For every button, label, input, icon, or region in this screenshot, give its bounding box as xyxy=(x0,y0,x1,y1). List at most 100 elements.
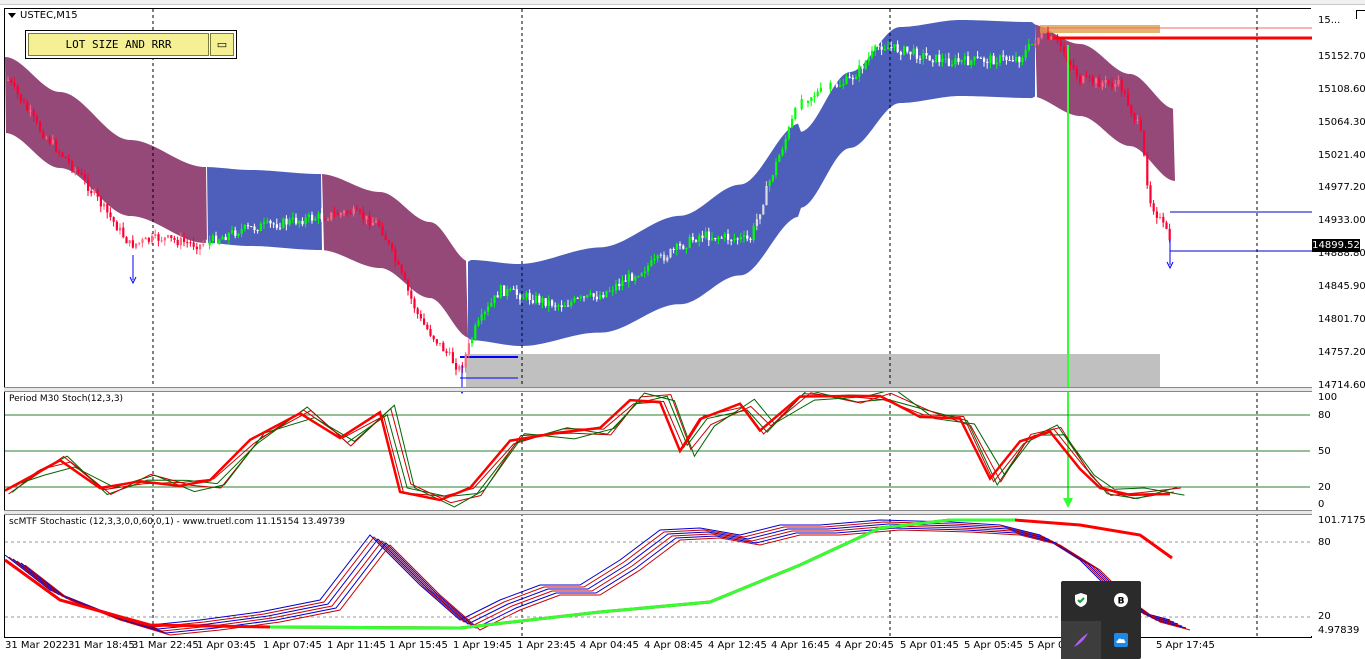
candle-body xyxy=(288,219,291,225)
cloud-icon[interactable] xyxy=(1101,621,1141,659)
candle-body xyxy=(407,280,410,291)
candle-body xyxy=(1168,228,1171,241)
mtf-stoch-line xyxy=(20,527,1187,634)
candle-body xyxy=(576,297,579,299)
candle-body xyxy=(186,242,189,244)
candle-body xyxy=(330,212,333,220)
stoch-level-label: 0 xyxy=(1318,499,1325,510)
candle-body xyxy=(1021,57,1024,63)
candle-body xyxy=(227,233,230,240)
candle-body xyxy=(1159,216,1162,218)
candle-body xyxy=(1123,91,1126,94)
calculator-icon[interactable]: ▭ xyxy=(210,33,234,56)
candle-body xyxy=(74,169,77,171)
candle-body xyxy=(141,239,144,243)
candle-body xyxy=(1101,82,1104,87)
candle-body xyxy=(922,53,925,59)
candle-body xyxy=(547,300,550,306)
candle-body xyxy=(13,82,16,86)
candle-body xyxy=(1133,113,1136,120)
stoch-line xyxy=(15,392,1181,504)
candle-body xyxy=(131,240,134,248)
candle-body xyxy=(368,215,371,226)
candle-body xyxy=(819,87,822,92)
time-axis-label: 4 Apr 16:45 xyxy=(771,640,830,651)
candle-body xyxy=(967,56,970,66)
candle-body xyxy=(215,235,218,244)
candle-body xyxy=(445,351,448,353)
mtf-level-label: 4.97839 xyxy=(1318,625,1360,636)
candle-body xyxy=(173,238,176,240)
candle-body xyxy=(887,47,890,50)
candle-body xyxy=(32,110,35,117)
candle-body xyxy=(112,217,115,222)
candle-body xyxy=(480,314,483,321)
candle-body xyxy=(839,85,842,87)
candle-body xyxy=(752,225,755,241)
chart-symbol-label[interactable]: USTEC,M15 xyxy=(8,10,78,21)
candle-body xyxy=(871,50,874,58)
candle-body xyxy=(1050,36,1053,40)
candle-body xyxy=(474,325,477,339)
candle-body xyxy=(554,305,557,307)
candle-body xyxy=(579,296,582,299)
candle-body xyxy=(928,55,931,61)
candle-body xyxy=(1008,60,1011,62)
candle-body xyxy=(269,220,272,224)
candle-body xyxy=(877,45,880,47)
feather-pen-icon[interactable] xyxy=(1061,621,1101,659)
candle-body xyxy=(797,108,800,110)
candle-body xyxy=(55,140,58,152)
candle-body xyxy=(515,289,518,295)
candle-body xyxy=(608,290,611,292)
candle-body xyxy=(567,305,570,307)
app-b-icon[interactable]: B xyxy=(1101,581,1141,619)
time-axis-label: 1 Apr 23:45 xyxy=(517,640,576,651)
time-axis-label: 1 Apr 19:45 xyxy=(453,640,512,651)
candle-body xyxy=(695,240,698,242)
candle-body xyxy=(61,152,64,157)
candle-body xyxy=(7,79,10,81)
candle-body xyxy=(327,219,330,221)
candle-body xyxy=(835,84,838,87)
candle-body xyxy=(170,235,173,239)
candle-body xyxy=(336,212,339,216)
candle-body xyxy=(951,64,954,66)
mtf-stoch-line xyxy=(8,521,1175,628)
candle-body xyxy=(176,239,179,246)
pane-separator-2[interactable] xyxy=(4,510,1312,515)
candle-body xyxy=(525,292,528,298)
candle-body xyxy=(519,294,522,300)
candle-body xyxy=(906,46,909,52)
candle-body xyxy=(16,85,19,95)
candle-body xyxy=(275,224,278,228)
candle-body xyxy=(221,236,224,240)
candle-body xyxy=(1053,36,1056,40)
lot-size-rrr-button[interactable]: LOT SIZE AND RRR xyxy=(28,33,209,56)
candle-body xyxy=(448,352,451,354)
candle-body xyxy=(39,121,42,132)
candle-body xyxy=(771,175,774,181)
candle-body xyxy=(23,101,26,103)
candle-body xyxy=(323,219,326,221)
mtf-stoch-line xyxy=(24,529,1191,636)
candle-body xyxy=(1075,68,1078,77)
candle-body xyxy=(682,245,685,249)
candle-body xyxy=(714,237,717,240)
candle-body xyxy=(688,236,691,248)
time-axis-label: 5 Apr 17:45 xyxy=(1156,640,1215,651)
candle-body xyxy=(1146,155,1149,186)
candle-body xyxy=(903,46,906,55)
chart-canvas[interactable] xyxy=(0,0,1365,659)
candle-body xyxy=(19,94,22,102)
candle-body xyxy=(759,214,762,220)
time-axis-label: 31 Mar 22:45 xyxy=(132,640,199,651)
candle-body xyxy=(295,217,298,224)
candle-body xyxy=(1155,211,1158,218)
candle-body xyxy=(189,242,192,244)
pane-separator-1[interactable] xyxy=(4,387,1312,392)
candle-body xyxy=(976,56,979,58)
candle-body xyxy=(234,230,237,236)
security-shield-icon[interactable] xyxy=(1061,581,1101,619)
price-axis-label: 15... xyxy=(1318,15,1341,26)
